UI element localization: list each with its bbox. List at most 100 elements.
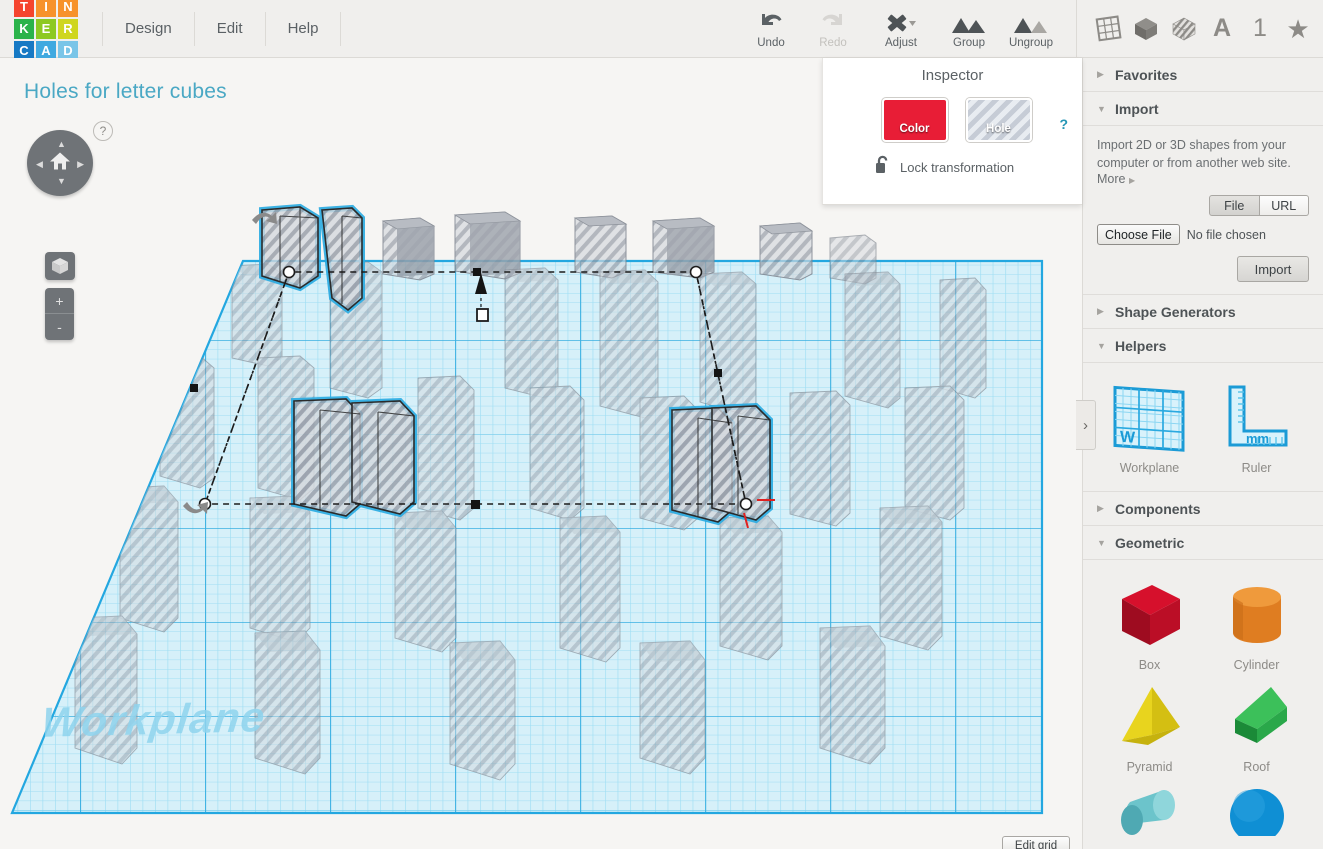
geometric-tile-grid: Box Cylinder Pyramid Roof [1097,564,1309,840]
sidebar-section-favorites[interactable]: ▶ Favorites [1083,58,1323,92]
chevron-right-icon: ▶ [1097,69,1104,79]
choose-file-button[interactable]: Choose File [1097,224,1180,246]
sidebar-section-shape-generators[interactable]: ▶ Shape Generators [1083,295,1323,330]
edit-grid-button[interactable]: Edit grid [1002,836,1070,849]
view-navigation-widget[interactable]: ▲ ▼ ◀ ▶ [27,130,93,196]
menu-item-help[interactable]: Help [266,11,342,46]
redo-button[interactable]: Redo [802,3,864,55]
navigation-help-icon[interactable]: ? [93,121,113,141]
hole-cube-icon[interactable] [1165,9,1203,49]
shape-tile-cylinder[interactable]: Cylinder [1204,572,1309,672]
logo-cell-k: K [14,18,34,39]
import-more-label: More [1097,172,1126,187]
adjust-icon [884,8,918,34]
star-favorites-icon[interactable]: ★ [1279,9,1317,49]
color-swatch-button[interactable]: Color [881,98,948,142]
zoom-controls: + - [45,288,74,340]
workplane-grid-icon[interactable] [1089,9,1127,49]
group-button[interactable]: Group [938,3,1000,55]
shapes-sidebar: ▶ Favorites ▼ Import Import 2D or 3D sha… [1082,58,1323,849]
import-panel: Import 2D or 3D shapes from your compute… [1083,126,1323,296]
lock-transformation-label: Lock transformation [900,159,1015,175]
handle-corner-back-right [689,265,703,279]
box-shape-icon [1108,572,1192,656]
nav-home-icon[interactable] [49,151,71,176]
fit-view-button[interactable] [45,252,75,280]
inspector-title: Inspector [921,67,984,84]
redo-icon [821,8,845,34]
number-1-icon[interactable]: 1 [1241,9,1279,49]
svg-text:mm: mm [1246,431,1269,446]
logo-cell-n: N [58,0,78,17]
shape-tile-roof[interactable]: Roof [1204,674,1309,774]
undo-button[interactable]: Undo [740,3,802,55]
adjust-label: Adjust [885,37,917,49]
group-label: Group [953,37,985,49]
ungroup-button[interactable]: Ungroup [1000,3,1062,55]
logo-cell-i: I [36,0,56,17]
inspector-swatches: Color Hole [823,98,1082,142]
import-button[interactable]: Import [1237,256,1309,283]
sidebar-section-components-label: Components [1115,500,1201,517]
logo-cell-e: E [36,18,56,39]
handle-mid-bottom [471,500,480,509]
text-a-icon[interactable]: A [1203,9,1241,49]
panel-collapse-handle[interactable]: › [1076,400,1096,450]
ungroup-label: Ungroup [1008,37,1054,49]
menu-item-design[interactable]: Design [102,11,195,46]
shape-tile-roof-label: Roof [1243,760,1270,775]
sidebar-section-components[interactable]: ▶ Components [1083,492,1323,527]
helpers-panel: W Workplane mm Ruler [1083,363,1323,493]
hole-swatch-button[interactable]: Hole [965,98,1032,142]
tinkercad-logo[interactable]: T I N K E R C A D [14,0,78,61]
undo-icon [759,8,783,34]
no-file-chosen-label: No file chosen [1186,227,1266,242]
solid-cube-icon[interactable] [1127,9,1165,49]
inspector-help-icon[interactable]: ? [1059,116,1068,132]
shape-tile-capsule[interactable] [1097,776,1202,836]
chevron-down-icon: ▼ [1097,537,1106,548]
zoom-in-button[interactable]: + [45,288,74,314]
sidebar-section-import[interactable]: ▼ Import [1083,92,1323,126]
handle-mid-left [190,384,198,392]
nav-up-arrow[interactable]: ▲ [57,140,66,149]
sidebar-section-favorites-label: Favorites [1115,66,1178,83]
redo-label: Redo [819,37,847,49]
helper-tile-ruler[interactable]: mm Ruler [1204,375,1309,475]
chevron-down-icon: ▼ [1097,340,1106,351]
ungroup-icon [1012,8,1050,34]
nav-right-arrow[interactable]: ▶ [77,160,84,169]
shape-tile-sphere[interactable] [1204,776,1309,837]
adjust-button[interactable]: Adjust [864,3,938,55]
import-more-link[interactable]: More ▶ [1097,172,1309,186]
hole-swatch-label: Hole [986,123,1011,135]
chevron-down-icon: ▼ [1097,103,1106,114]
shape-tile-pyramid-label: Pyramid [1126,760,1173,775]
shape-tile-pyramid[interactable]: Pyramid [1097,674,1202,774]
handle-corner-back-left [282,265,296,279]
import-tab-file[interactable]: File [1209,195,1260,217]
lock-transformation-row[interactable]: Lock transformation [875,155,1082,179]
shape-tile-box-label: Box [1138,658,1161,673]
svg-text:W: W [1120,429,1136,447]
capsule-shape-icon [1108,776,1192,836]
sidebar-section-helpers[interactable]: ▼ Helpers [1083,329,1323,364]
lock-open-icon [875,155,891,179]
handle-corner-front-right [739,497,753,511]
helper-tile-workplane[interactable]: W Workplane [1097,375,1202,475]
color-swatch-label: Color [899,123,930,135]
import-source-tabs: File URL [1209,195,1309,217]
import-tab-url[interactable]: URL [1259,195,1309,217]
inspector-panel: Inspector ? Color Hole Lock transformati… [822,58,1082,205]
nav-left-arrow[interactable]: ◀ [36,160,43,169]
chevron-right-icon: ▶ [1097,306,1104,317]
workplane-helper-icon: W [1109,375,1191,459]
handle-height-square [476,308,489,322]
import-description: Import 2D or 3D shapes from your compute… [1097,138,1291,171]
zoom-out-button[interactable]: - [45,314,74,340]
nav-down-arrow[interactable]: ▼ [57,177,66,186]
menu-item-edit[interactable]: Edit [195,11,266,46]
design-title[interactable]: Holes for letter cubes [24,80,227,104]
shape-tile-box[interactable]: Box [1097,572,1202,672]
sidebar-section-geometric[interactable]: ▼ Geometric [1083,526,1323,561]
